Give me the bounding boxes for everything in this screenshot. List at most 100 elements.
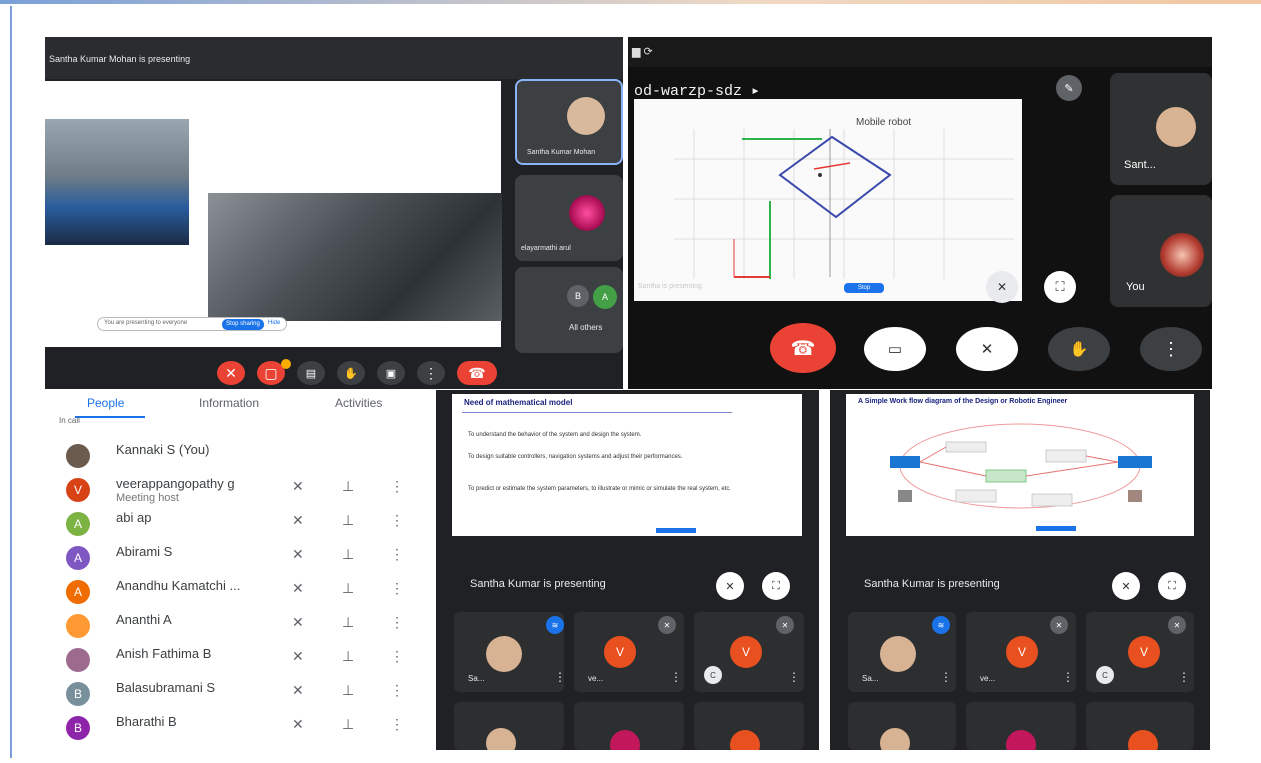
present-button[interactable]: ▣ xyxy=(377,361,405,385)
mic-muted-icon[interactable]: ✕ xyxy=(292,478,304,495)
more-options-icon[interactable]: ⋮ xyxy=(390,580,404,597)
participant-tile[interactable] xyxy=(848,702,956,750)
participant-tile[interactable]: ≋ Sa... ⋮ xyxy=(848,612,956,692)
mute-participant-icon[interactable]: ✕ xyxy=(716,572,744,600)
participant-row[interactable]: A Anandhu Kamatchi ... ✕ ⊥ ⋮ xyxy=(60,576,410,610)
mic-muted-icon[interactable]: ✕ xyxy=(292,682,304,699)
slide-title-rule xyxy=(462,412,732,413)
participant-tile[interactable] xyxy=(694,702,804,750)
participant-tile[interactable]: ✕ V C ⋮ xyxy=(1086,612,1194,692)
stop-button[interactable]: Stop xyxy=(844,283,884,293)
mic-off-button[interactable]: ✕ xyxy=(956,327,1018,371)
participant-tile-label: elayarmathi arul xyxy=(521,245,571,252)
mic-muted-icon[interactable]: ✕ xyxy=(292,580,304,597)
workflow-diagram xyxy=(890,423,1152,531)
slide-bullet: To predict or estimate the system parame… xyxy=(468,486,732,492)
pin-icon[interactable]: ⊥ xyxy=(342,580,354,597)
participant-tile[interactable]: ≋ Sa... ⋮ xyxy=(454,612,566,692)
tile-more-icon[interactable]: ⋮ xyxy=(554,670,566,684)
mic-muted-icon[interactable]: ✕ xyxy=(292,512,304,529)
pin-icon[interactable]: ⊥ xyxy=(342,512,354,529)
pin-icon[interactable]: ⊥ xyxy=(342,648,354,665)
participant-tile[interactable]: ✕ V C ⋮ xyxy=(694,612,804,692)
pin-icon[interactable]: ⊥ xyxy=(342,614,354,631)
video-frame-robot xyxy=(208,193,502,321)
more-options-icon[interactable]: ⋮ xyxy=(390,546,404,563)
participant-tile[interactable] xyxy=(574,702,684,750)
more-options-icon[interactable]: ⋮ xyxy=(390,648,404,665)
pin-icon[interactable]: ⊥ xyxy=(342,478,354,495)
end-call-button[interactable]: ☎ xyxy=(457,361,497,385)
participant-name: veerappangopathy g xyxy=(116,476,235,491)
participant-name: Bharathi B xyxy=(116,714,177,729)
pin-icon[interactable]: ✎ xyxy=(1056,75,1082,101)
mic-muted-icon[interactable]: ✕ xyxy=(292,648,304,665)
all-others-tile[interactable]: B A All others xyxy=(515,267,623,353)
fullscreen-icon[interactable]: ⛶ xyxy=(1044,271,1076,303)
participant-row[interactable]: Anish Fathima B ✕ ⊥ ⋮ xyxy=(60,644,410,678)
shared-screen: Need of mathematical model To understand… xyxy=(452,394,802,536)
participant-row[interactable]: B Bharathi B ✕ ⊥ ⋮ xyxy=(60,712,410,746)
participant-row[interactable]: Vveerappangopathy g Meeting host ✕ ⊥ ⋮ xyxy=(60,474,410,508)
more-options-icon[interactable]: ⋮ xyxy=(390,512,404,529)
mic-muted-icon[interactable]: ✕ xyxy=(292,614,304,631)
hide-button[interactable]: Hide xyxy=(268,320,280,326)
avatar xyxy=(66,444,90,468)
raise-hand-button[interactable]: ✋ xyxy=(1048,327,1110,371)
participant-name: Anandhu Kamatchi ... xyxy=(116,578,241,593)
more-options-icon[interactable]: ⋮ xyxy=(390,614,404,631)
participant-tile-label: Sa... xyxy=(468,674,485,683)
tab-information[interactable]: Information xyxy=(199,396,259,410)
tile-more-icon[interactable]: ⋮ xyxy=(670,670,682,684)
tile-more-icon[interactable]: ⋮ xyxy=(788,670,800,684)
participant-tile[interactable] xyxy=(966,702,1076,750)
participant-tile[interactable]: elayarmathi arul xyxy=(515,175,623,261)
avatar xyxy=(486,728,516,750)
participant-tile-label: Santha Kumar Mohan xyxy=(527,149,596,156)
participant-tile[interactable] xyxy=(1086,702,1194,750)
participant-row[interactable]: Kannaki S (You) xyxy=(60,440,410,474)
camera-switch-icon[interactable]: ▆ ⟳ xyxy=(632,45,653,58)
tile-more-icon[interactable]: ⋮ xyxy=(1178,670,1190,684)
mute-participant-icon[interactable]: ✕ xyxy=(986,271,1018,303)
more-options-icon[interactable]: ⋮ xyxy=(390,682,404,699)
participant-row[interactable]: Ananthi A ✕ ⊥ ⋮ xyxy=(60,610,410,644)
participant-row[interactable]: B Balasubramani S ✕ ⊥ ⋮ xyxy=(60,678,410,712)
participant-name: abi ap xyxy=(116,510,152,525)
fullscreen-icon[interactable]: ⛶ xyxy=(1158,572,1186,600)
presenting-status: Santha Kumar is presenting xyxy=(470,578,606,590)
participant-tile[interactable]: ✕ V ve... ⋮ xyxy=(966,612,1076,692)
mic-off-button[interactable]: ✕ xyxy=(217,361,245,385)
raise-hand-button[interactable]: ✋ xyxy=(337,361,365,385)
participant-tile[interactable]: ✕ V ve... ⋮ xyxy=(574,612,684,692)
participant-tile[interactable] xyxy=(454,702,564,750)
avatar xyxy=(880,636,916,672)
meet-window-mobile: ▆ ⟳ od-warzp-sdz ▸ Mobile robot Santha i… xyxy=(628,37,1212,389)
stop-sharing-button[interactable]: Stop sharing xyxy=(222,319,264,330)
camera-off-button[interactable]: ▭ xyxy=(864,327,926,371)
pin-icon[interactable]: ⊥ xyxy=(342,716,354,733)
more-options-button[interactable]: ⋮ xyxy=(417,361,445,385)
participant-tile-presenter[interactable]: Santha Kumar Mohan xyxy=(515,79,623,165)
avatar xyxy=(730,730,760,750)
pin-icon[interactable]: ⊥ xyxy=(342,546,354,563)
mic-muted-icon[interactable]: ✕ xyxy=(292,546,304,563)
more-options-button[interactable]: ⋮ xyxy=(1140,327,1202,371)
mute-participant-icon[interactable]: ✕ xyxy=(1112,572,1140,600)
avatar xyxy=(1006,730,1036,750)
more-options-icon[interactable]: ⋮ xyxy=(390,716,404,733)
participant-row[interactable]: A Abirami S ✕ ⊥ ⋮ xyxy=(60,542,410,576)
captions-button[interactable]: ▤ xyxy=(297,361,325,385)
tab-activities[interactable]: Activities xyxy=(335,396,382,410)
tab-people[interactable]: People xyxy=(87,396,124,410)
end-call-button[interactable]: ☎ xyxy=(770,323,836,373)
tile-more-icon[interactable]: ⋮ xyxy=(940,670,952,684)
more-options-icon[interactable]: ⋮ xyxy=(390,478,404,495)
participant-tile[interactable]: Sant... xyxy=(1110,73,1212,185)
tile-more-icon[interactable]: ⋮ xyxy=(1062,670,1074,684)
fullscreen-icon[interactable]: ⛶ xyxy=(762,572,790,600)
self-tile[interactable]: You xyxy=(1110,195,1212,307)
pin-icon[interactable]: ⊥ xyxy=(342,682,354,699)
participant-row[interactable]: Aabi ap ✕ ⊥ ⋮ xyxy=(60,508,410,542)
mic-muted-icon[interactable]: ✕ xyxy=(292,716,304,733)
